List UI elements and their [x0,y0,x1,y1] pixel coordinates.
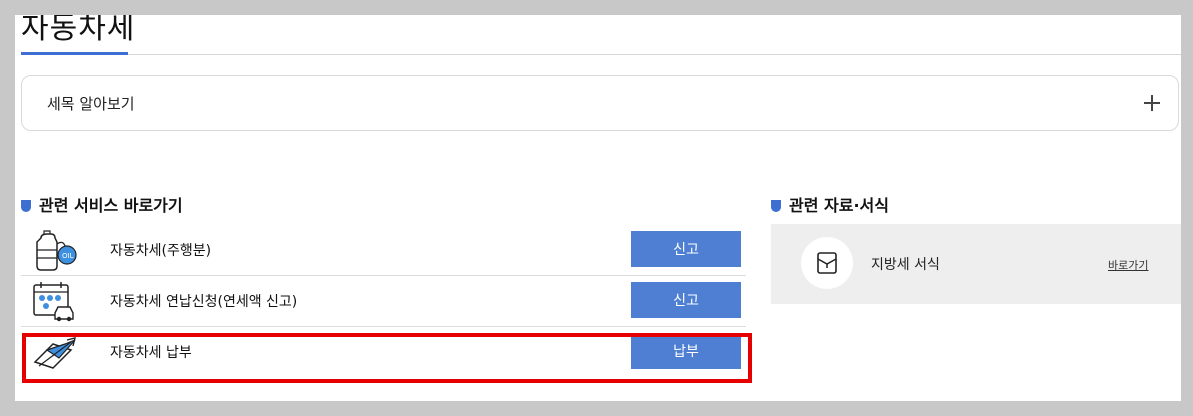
related-resources-title: 관련 자료·서식 [789,196,889,215]
service-label: 자동차세(주행분) [110,243,212,259]
bullet-icon [771,200,781,212]
service-row: OIL 자동차세(주행분) 신고 [21,225,746,276]
svg-text:OIL: OIL [62,252,74,260]
resource-card: 지방세 서식 바로가기 [771,224,1181,304]
highlight-box [22,333,752,383]
page-title: 자동차세 [21,15,136,46]
document-folder-icon [817,252,837,274]
shortcut-link[interactable]: 바로가기 [1108,257,1148,273]
resource-icon-circle [801,237,853,289]
tax-info-accordion[interactable]: 세목 알아보기 [21,75,1179,131]
main-panel: 자동차세 세목 알아보기 관련 서비스 바로가기 관련 자료·서식 OIL 자동… [15,15,1181,401]
service-label: 자동차세 연납신청(연세액 신고) [110,294,298,310]
resource-label: 지방세 서식 [871,257,940,273]
service-row: 자동차세 연납신청(연세액 신고) 신고 [21,276,746,327]
accordion-label: 세목 알아보기 [47,95,135,113]
calendar-car-icon [33,282,74,322]
related-resources-heading: 관련 자료·서식 [771,192,889,216]
plus-icon[interactable] [1144,95,1160,111]
related-services-heading: 관련 서비스 바로가기 [21,192,183,216]
title-divider [21,54,1181,55]
report-button[interactable]: 신고 [631,282,741,318]
bullet-icon [21,200,31,212]
report-button[interactable]: 신고 [631,231,741,267]
oil-tank-icon: OIL [36,230,77,271]
title-underline [21,52,128,55]
related-services-title: 관련 서비스 바로가기 [39,196,183,215]
